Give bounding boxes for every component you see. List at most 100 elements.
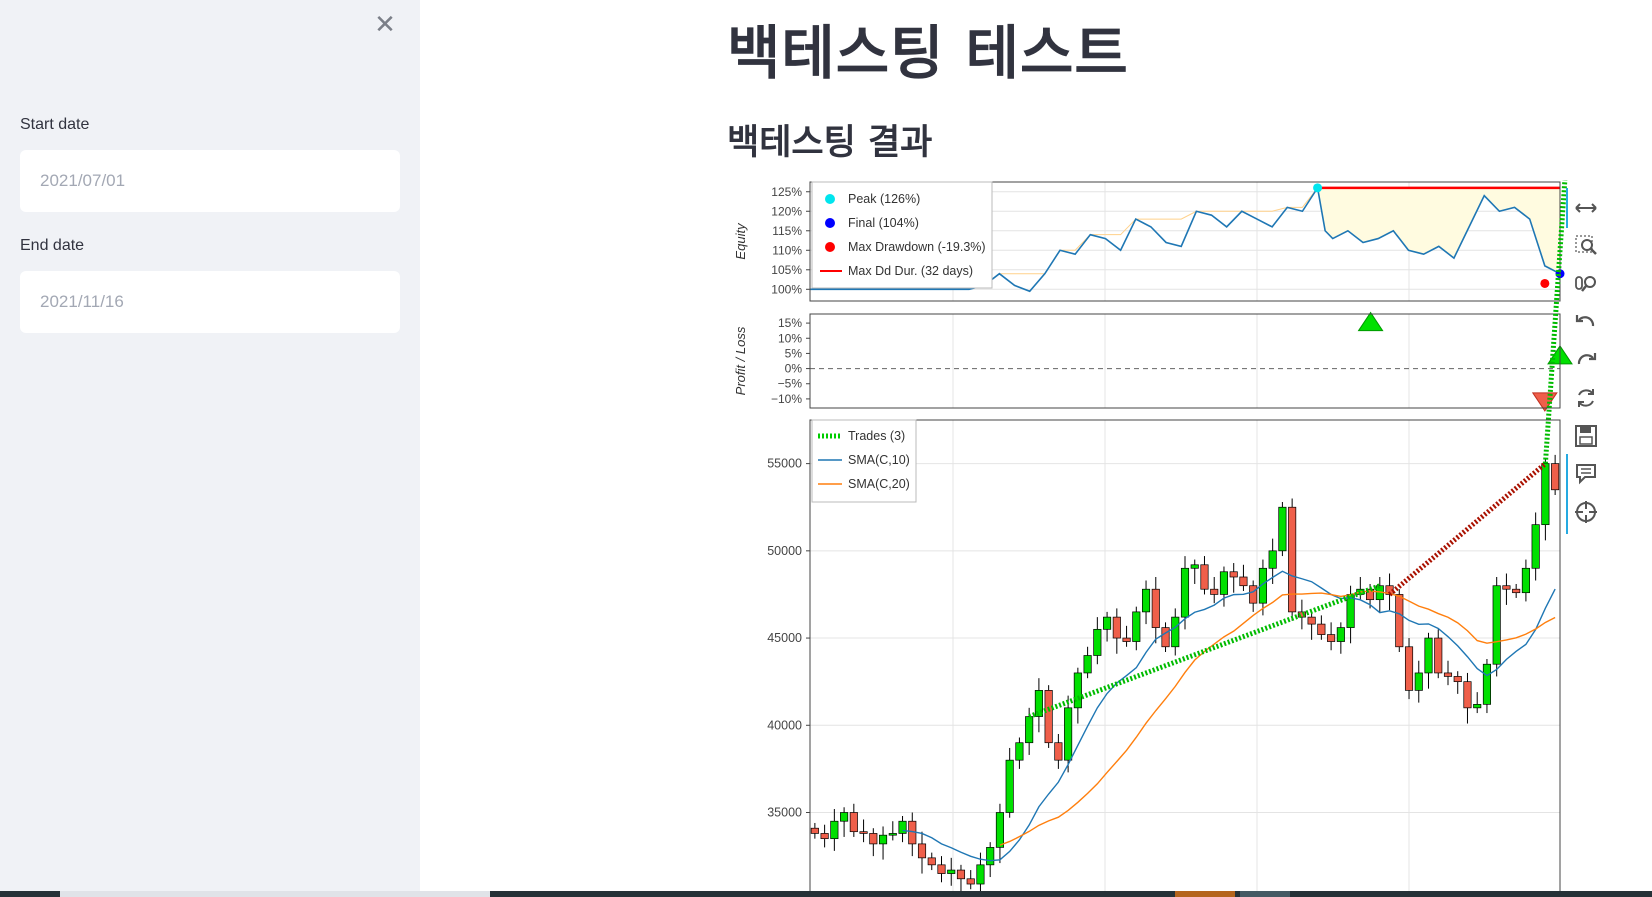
candle-up <box>986 847 995 866</box>
candle-up <box>840 812 849 822</box>
candle-up <box>1278 506 1287 552</box>
peak-marker <box>1313 183 1323 193</box>
candle-up <box>1492 585 1501 665</box>
hover-icon[interactable] <box>1570 458 1602 490</box>
backtest-plot[interactable]: 100% 105% 110% 115% 120% 125% Equity Peak (126%… <box>727 180 1587 891</box>
candle-up <box>1219 571 1229 595</box>
wheel-zoom-icon[interactable] <box>1570 268 1602 300</box>
candle-down <box>1307 616 1316 625</box>
box-zoom-icon[interactable] <box>1570 230 1602 262</box>
candle-down <box>1502 585 1511 590</box>
start-date-label: Start date <box>20 116 90 133</box>
candle-up <box>898 820 907 834</box>
candle-down <box>1249 585 1258 604</box>
redo-icon[interactable] <box>1570 344 1602 376</box>
pl-panel-frame <box>809 313 1561 409</box>
candle-down <box>1395 594 1404 648</box>
candle-up <box>1531 524 1540 569</box>
candle-up <box>1268 550 1277 569</box>
legend-swatch <box>825 194 835 204</box>
y-tick-label: −10% <box>771 392 802 406</box>
y-tick-label: 5% <box>785 346 803 360</box>
candle-up <box>1064 707 1073 761</box>
y-tick-label: 115% <box>772 224 802 238</box>
y-tick-label: 105% <box>771 263 802 277</box>
y-tick-label: 40000 <box>767 718 802 732</box>
candle-down <box>1239 576 1248 587</box>
candle-up <box>1424 637 1433 674</box>
legend-swatch <box>825 218 835 228</box>
start-date-input[interactable] <box>20 150 400 212</box>
candle-down <box>1551 463 1560 491</box>
candle-down <box>1443 672 1453 677</box>
end-date-label: End date <box>20 237 85 254</box>
candle-up <box>1171 616 1180 648</box>
candle-up <box>1482 663 1491 705</box>
candle-down <box>869 833 878 845</box>
legend-label: SMA(C,10) <box>848 453 910 467</box>
y-tick-label: 120% <box>771 204 802 218</box>
candle-up <box>1093 628 1102 656</box>
candle-down <box>1112 616 1121 639</box>
candle-up <box>995 812 1004 848</box>
close-sidebar-button[interactable]: ✕ <box>372 12 398 38</box>
legend-label: Peak (126%) <box>848 192 920 206</box>
y-tick-label: 100% <box>771 282 802 296</box>
y-tick-label: 45000 <box>767 631 802 645</box>
pan-icon[interactable] <box>1570 192 1602 224</box>
bottom-bar-segment <box>1240 891 1290 897</box>
y-tick-label: 55000 <box>767 457 802 471</box>
page-title: 백테스팅 테스트 <box>727 19 1129 87</box>
backtest-plot-svg[interactable]: 100% 105% 110% 115% 120% 125% Equity Peak (126%… <box>727 180 1587 891</box>
candle-up <box>1180 567 1190 618</box>
candle-up <box>1015 742 1024 761</box>
equity-legend: Peak (126%) Final (104%) Max Drawdown (-19… <box>811 181 993 289</box>
candle-down <box>820 833 829 840</box>
candle-up <box>1005 759 1014 813</box>
candle-up <box>1346 594 1355 628</box>
bottom-bar-segment <box>1175 891 1235 897</box>
candle-up <box>1141 588 1151 613</box>
candle-down <box>859 831 868 834</box>
sidebar: ✕ Start date End date <box>0 0 420 891</box>
legend-label: Max Drawdown (-19.3%) <box>848 240 986 254</box>
candle-down <box>917 843 927 859</box>
candle-down <box>1288 506 1297 613</box>
candle-down <box>1317 623 1326 635</box>
sma20-line <box>999 590 1556 846</box>
candle-up <box>830 820 839 840</box>
candle-up <box>1473 703 1482 709</box>
candle-down <box>1463 681 1472 709</box>
legend-label: SMA(C,20) <box>848 477 910 491</box>
reset-icon[interactable] <box>1570 382 1602 414</box>
candle-down <box>1453 676 1462 683</box>
pl-axis-label: Profit / Loss <box>733 326 748 395</box>
candle-up <box>888 833 897 836</box>
equity-axis-label: Equity <box>733 222 748 260</box>
crosshair-icon[interactable] <box>1570 496 1602 528</box>
section-title: 백테스팅 결과 <box>727 123 933 163</box>
ohlc-legend: Trades (3) SMA(C,10) SMA(C,20) <box>811 419 917 503</box>
candle-up <box>879 834 888 845</box>
ohlc-panel-frame <box>809 419 1561 891</box>
candle-up <box>1521 567 1530 594</box>
save-icon[interactable] <box>1570 420 1602 452</box>
candle-up <box>1132 611 1141 642</box>
candle-down <box>1151 588 1160 628</box>
max-drawdown-marker <box>1540 278 1550 288</box>
candle-up <box>1541 463 1550 526</box>
legend-swatch <box>825 242 835 252</box>
end-date-input[interactable] <box>20 271 400 333</box>
candle-down <box>1512 588 1521 594</box>
plot-toolbar <box>1566 186 1606 536</box>
y-tick-label: −5% <box>778 377 803 391</box>
y-tick-label: 35000 <box>767 806 802 820</box>
trade-win-marker <box>1357 311 1384 332</box>
y-tick-label: 0% <box>785 362 803 376</box>
undo-icon[interactable] <box>1570 306 1602 338</box>
toolbar-active-indicator-top <box>1566 188 1568 228</box>
legend-label: Trades (3) <box>848 429 905 443</box>
candle-up <box>1103 616 1112 630</box>
candle-down <box>1044 690 1053 744</box>
close-icon: ✕ <box>374 10 396 40</box>
